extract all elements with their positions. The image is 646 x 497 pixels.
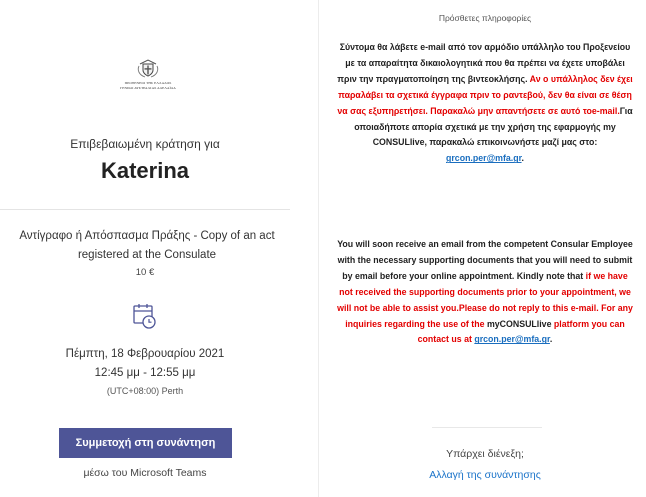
reschedule-link[interactable]: Αλλαγή της συνάντησης xyxy=(332,469,638,481)
greek-instructions: Σύντομα θα λάβετε e-mail από τον αρμόδιο… xyxy=(337,42,633,164)
consulate-emblem: ΠΡΟΞΕΝΕΙΟ ΤΗΣ ΕΛΛΑΔΟΣ ΓΕΝΙΚΟ ΑΥΣΤΡΑΛΙΑΣ … xyxy=(120,57,176,90)
greek-coat-of-arms-icon xyxy=(137,59,159,78)
appointment-timezone: (UTC+08:00) Perth xyxy=(106,386,184,396)
additional-info-title: Πρόσθετες πληροφορίες xyxy=(438,13,532,23)
english-instructions: You will soon receive an email from the … xyxy=(337,239,633,345)
via-teams-label: μέσω του Microsoft Teams xyxy=(83,467,207,479)
appointment-date: Πέμπτη, 18 Φεβρουαρίου 2021 xyxy=(65,348,225,360)
appointment-datetime: Πέμπτη, 18 Φεβρουαρίου 2021 12:45 μμ - 1… xyxy=(0,345,290,383)
divider xyxy=(432,427,542,428)
platform-name: myCONSULlive xyxy=(486,318,552,329)
confirmed-booking-label: Επιβεβαιωμένη κράτηση για xyxy=(70,137,220,151)
booking-summary-panel: ΠΡΟΞΕΝΕΙΟ ΤΗΣ ΕΛΛΑΔΟΣ ΓΕΝΙΚΟ ΑΥΣΤΡΑΛΙΑΣ … xyxy=(0,0,290,497)
column-divider xyxy=(318,0,319,497)
emblem-caption: ΠΡΟΞΕΝΕΙΟ ΤΗΣ ΕΛΛΑΔΟΣ ΓΕΝΙΚΟ ΑΥΣΤΡΑΛΙΑΣ … xyxy=(120,81,176,90)
service-price: 10 € xyxy=(135,267,155,278)
additional-info-panel: Πρόσθετες πληροφορίες Σύντομα θα λάβετε … xyxy=(332,0,638,497)
english-contact-email-link[interactable]: grcon.per@mfa.gr xyxy=(474,334,550,344)
service-name: Αντίγραφο ή Απόσπασμα Πράξης - Copy of a… xyxy=(19,230,275,261)
divider xyxy=(0,209,290,210)
calendar-clock-icon xyxy=(132,302,158,335)
appointment-time: 12:45 μμ - 12:55 μμ xyxy=(94,367,196,379)
join-meeting-button[interactable]: Συμμετοχή στη συνάντηση xyxy=(59,428,232,458)
customer-name: Katerina xyxy=(100,158,190,183)
greek-contact-email-link[interactable]: grcon.per@mfa.gr xyxy=(446,153,522,163)
conflict-question: Υπάρχει διένεξη; xyxy=(446,448,524,460)
